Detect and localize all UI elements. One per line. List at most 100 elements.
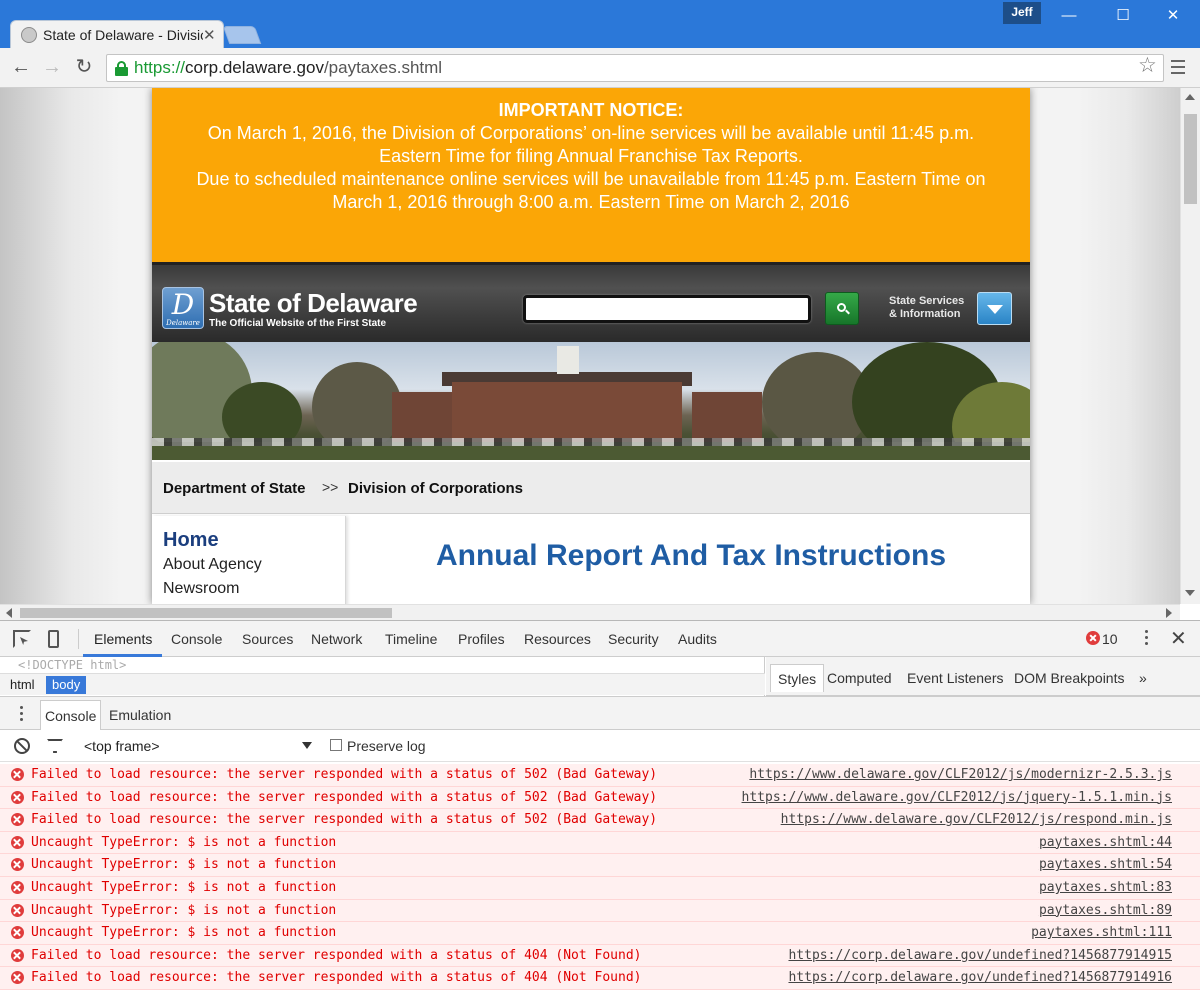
console-source-link[interactable]: paytaxes.shtml:89	[1039, 903, 1172, 918]
devtools-close-icon[interactable]: ✕	[1170, 626, 1187, 651]
error-icon	[11, 880, 24, 894]
tab-audits[interactable]: Audits	[678, 631, 717, 647]
state-services-label[interactable]: State Services & Information	[889, 295, 964, 321]
devtools-tab-bar: Elements Console Sources Network Timelin…	[0, 621, 1200, 657]
vertical-scrollbar[interactable]	[1180, 88, 1200, 604]
devtools-menu-icon[interactable]	[1144, 630, 1150, 648]
console-source-link[interactable]: paytaxes.shtml:83	[1039, 880, 1172, 895]
sidenav-newsroom[interactable]: Newsroom	[163, 580, 239, 598]
close-window-button[interactable]: ✕	[1150, 4, 1196, 28]
console-source-link[interactable]: paytaxes.shtml:111	[1031, 925, 1172, 940]
error-count[interactable]: 10	[1102, 631, 1118, 647]
secure-lock-icon[interactable]	[115, 61, 128, 76]
scroll-left-icon[interactable]	[6, 608, 12, 618]
console-message-text: Uncaught TypeError: $ is not a function	[31, 925, 337, 941]
console-message-text: Uncaught TypeError: $ is not a function	[31, 834, 337, 850]
scroll-up-icon[interactable]	[1185, 94, 1195, 100]
drawer-tab-console[interactable]: Console	[40, 700, 102, 730]
console-source-link[interactable]: https://corp.delaware.gov/undefined?1456…	[788, 948, 1172, 963]
url-scheme: https://	[134, 58, 186, 77]
console-error-row[interactable]: Failed to load resource: the server resp…	[0, 944, 1200, 968]
breadcrumb-department-of-state[interactable]: Department of State	[163, 480, 306, 497]
delaware-logo-icon[interactable]: D Delaware	[162, 287, 204, 329]
console-error-row[interactable]: Uncaught TypeError: $ is not a function p…	[0, 899, 1200, 923]
notice-line: March 1, 2016 through 8:00 a.m. Eastern …	[332, 192, 850, 212]
chevron-down-icon[interactable]	[302, 742, 312, 749]
console-error-row[interactable]: Uncaught TypeError: $ is not a function p…	[0, 854, 1200, 877]
vertical-scroll-thumb[interactable]	[1184, 114, 1197, 204]
console-error-row[interactable]: Failed to load resource: the server resp…	[0, 764, 1200, 787]
browser-tab[interactable]: State of Delaware - Divisio ✕	[10, 20, 224, 48]
frame-selector[interactable]: <top frame>	[84, 738, 160, 754]
drawer-tab-emulation[interactable]: Emulation	[105, 700, 175, 730]
console-error-row[interactable]: Uncaught TypeError: $ is not a function p…	[0, 831, 1200, 855]
reload-icon[interactable]: ↻	[72, 56, 96, 80]
horizontal-scroll-thumb[interactable]	[20, 608, 392, 618]
tab-title: State of Delaware - Divisio	[43, 27, 203, 43]
console-source-link[interactable]: https://www.delaware.gov/CLF2012/js/mode…	[749, 767, 1172, 782]
doctype-node[interactable]: <!DOCTYPE html>	[18, 658, 126, 672]
back-arrow-icon[interactable]: ←	[9, 56, 33, 80]
console-source-link[interactable]: https://www.delaware.gov/CLF2012/js/resp…	[781, 812, 1172, 827]
logo-caption: Delaware	[166, 319, 200, 327]
site-title[interactable]: State of Delaware	[209, 288, 418, 319]
inspect-element-icon[interactable]	[13, 630, 31, 648]
drawer-menu-icon[interactable]	[20, 706, 26, 724]
console-source-link[interactable]: paytaxes.shtml:54	[1039, 857, 1172, 872]
maximize-button[interactable]: ☐	[1100, 4, 1146, 28]
console-message-text: Failed to load resource: the server resp…	[31, 947, 642, 963]
legislative-hall-banner-image	[152, 342, 1030, 460]
clear-console-icon[interactable]	[14, 738, 30, 754]
tab-profiles[interactable]: Profiles	[458, 631, 505, 647]
horizontal-scrollbar[interactable]	[0, 604, 1180, 620]
site-search-input[interactable]	[523, 295, 811, 323]
tab-security[interactable]: Security	[608, 631, 659, 647]
scroll-down-icon[interactable]	[1185, 590, 1195, 596]
dom-crumb-body[interactable]: body	[46, 676, 87, 694]
tab-dom-breakpoints[interactable]: DOM Breakpoints	[1007, 664, 1131, 692]
bookmark-star-icon[interactable]: ☆	[1138, 54, 1157, 78]
tab-event-listeners[interactable]: Event Listeners	[900, 664, 1011, 692]
sidenav-home[interactable]: Home	[163, 529, 219, 552]
site-search-button[interactable]	[825, 292, 859, 325]
console-error-row[interactable]: Failed to load resource: the server resp…	[0, 967, 1200, 990]
tab-elements[interactable]: Elements	[94, 631, 152, 647]
address-bar[interactable]: https://corp.delaware.gov/paytaxes.shtml	[106, 54, 1164, 82]
notice-line: Eastern Time for filing Annual Franchise…	[379, 146, 803, 166]
tab-timeline[interactable]: Timeline	[385, 631, 437, 647]
console-error-row[interactable]: Uncaught TypeError: $ is not a function p…	[0, 876, 1200, 900]
error-icon	[11, 813, 24, 827]
breadcrumb-division-of-corporations[interactable]: Division of Corporations	[348, 480, 523, 497]
forward-arrow-icon[interactable]: →	[40, 56, 64, 80]
console-source-link[interactable]: https://www.delaware.gov/CLF2012/js/jque…	[742, 790, 1172, 805]
tab-resources[interactable]: Resources	[524, 631, 591, 647]
tab-computed[interactable]: Computed	[820, 664, 899, 692]
address-url[interactable]: https://corp.delaware.gov/paytaxes.shtml	[134, 58, 442, 78]
filter-icon[interactable]	[47, 739, 63, 754]
browser-menu-icon[interactable]	[1170, 56, 1186, 80]
new-tab-button[interactable]	[222, 26, 262, 44]
error-icon	[11, 926, 24, 940]
tab-console[interactable]: Console	[171, 631, 222, 647]
preserve-log-checkbox[interactable]	[330, 739, 342, 751]
more-tabs-icon[interactable]: »	[1132, 664, 1154, 692]
console-source-link[interactable]: https://corp.delaware.gov/undefined?1456…	[788, 970, 1172, 985]
sidenav-about-agency[interactable]: About Agency	[163, 556, 262, 574]
error-count-icon[interactable]	[1086, 631, 1100, 645]
dom-crumb-html[interactable]: html	[4, 676, 41, 694]
tab-sources[interactable]: Sources	[242, 631, 293, 647]
console-error-row[interactable]: Failed to load resource: the server resp…	[0, 786, 1200, 810]
state-services-dropdown-button[interactable]	[977, 292, 1012, 325]
console-messages: Failed to load resource: the server resp…	[0, 764, 1200, 990]
minimize-button[interactable]: —	[1046, 4, 1092, 28]
scroll-right-icon[interactable]	[1166, 608, 1172, 618]
console-error-row[interactable]: Uncaught TypeError: $ is not a function p…	[0, 922, 1200, 945]
console-source-link[interactable]: paytaxes.shtml:44	[1039, 835, 1172, 850]
preserve-log-label[interactable]: Preserve log	[347, 738, 426, 754]
tab-styles[interactable]: Styles	[770, 664, 825, 692]
console-error-row[interactable]: Failed to load resource: the server resp…	[0, 809, 1200, 832]
tab-network[interactable]: Network	[311, 631, 362, 647]
profile-user-badge[interactable]: Jeff	[1003, 2, 1041, 24]
tab-close-icon[interactable]: ✕	[203, 26, 216, 44]
device-mode-icon[interactable]	[48, 630, 59, 648]
